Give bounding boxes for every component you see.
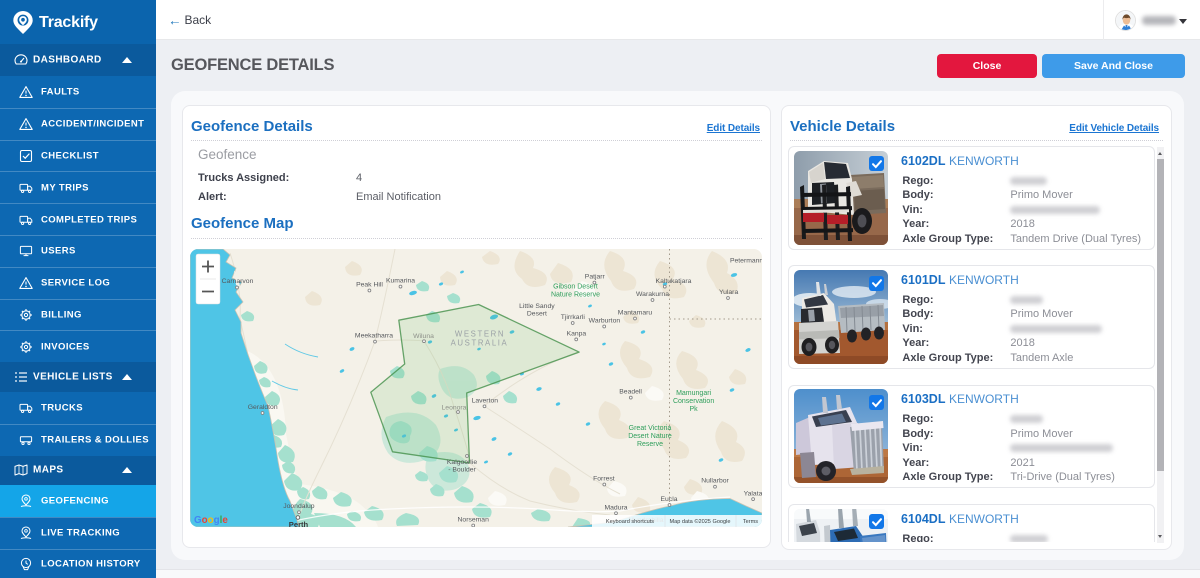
svg-text:Nature Reserve: Nature Reserve <box>551 292 600 299</box>
svg-text:Reserve: Reserve <box>637 441 663 448</box>
svg-text:WESTERN: WESTERN <box>455 330 505 339</box>
svg-text:Desert Nature: Desert Nature <box>628 433 672 440</box>
svg-text:Wiluna: Wiluna <box>413 333 434 340</box>
svg-text:Mantamaru: Mantamaru <box>618 310 653 317</box>
svg-text:Keyboard shortcuts: Keyboard shortcuts <box>606 519 654 525</box>
svg-text:Nullarbor: Nullarbor <box>701 478 729 485</box>
svg-text:Perth: Perth <box>289 520 309 527</box>
svg-text:Great Victoria: Great Victoria <box>629 425 672 432</box>
svg-text:Warakurna: Warakurna <box>636 291 669 298</box>
svg-text:Forrest: Forrest <box>593 476 615 483</box>
svg-text:Carnarvon: Carnarvon <box>222 278 254 285</box>
svg-text:Desert: Desert <box>527 311 547 318</box>
svg-text:Little Sandy: Little Sandy <box>519 303 555 310</box>
svg-text:Laverton: Laverton <box>472 397 499 404</box>
svg-text:Tjirrkarli: Tjirrkarli <box>561 314 586 321</box>
svg-text:Beadell: Beadell <box>619 389 642 396</box>
svg-text:Yulara: Yulara <box>719 289 738 296</box>
svg-text:Mamungari: Mamungari <box>676 390 711 397</box>
svg-text:Peak Hill: Peak Hill <box>356 282 383 289</box>
svg-text:Kanpa: Kanpa <box>567 331 587 338</box>
svg-text:AUSTRALIA: AUSTRALIA <box>451 339 509 348</box>
svg-text:Madura: Madura <box>604 505 627 512</box>
svg-text:Gibson Desert: Gibson Desert <box>553 284 598 291</box>
svg-text:Pk: Pk <box>690 406 699 413</box>
svg-text:Conservation: Conservation <box>673 398 714 405</box>
svg-text:Petermann: Petermann <box>730 258 762 265</box>
svg-text:Google: Google <box>194 515 228 526</box>
svg-text:Patjarr: Patjarr <box>585 274 606 281</box>
svg-text:Eucla: Eucla <box>660 496 677 503</box>
svg-text:Kalgoorlie: Kalgoorlie <box>447 459 477 466</box>
svg-text:Yalata: Yalata <box>744 490 762 497</box>
svg-text:Kaltukatjara: Kaltukatjara <box>656 278 692 285</box>
svg-text:Meekatharra: Meekatharra <box>355 333 393 340</box>
svg-text:Leonora: Leonora <box>442 404 467 411</box>
svg-text:Norseman: Norseman <box>458 517 490 524</box>
svg-text:Warburton: Warburton <box>589 318 621 325</box>
svg-text:Kumarina: Kumarina <box>386 278 415 285</box>
svg-text:Map data ©2025 Google: Map data ©2025 Google <box>669 518 730 525</box>
svg-text:Terms: Terms <box>743 519 758 525</box>
svg-text:- Boulder: - Boulder <box>448 467 476 474</box>
svg-text:Geraldton: Geraldton <box>248 404 278 411</box>
svg-text:Joondalup: Joondalup <box>283 503 315 510</box>
